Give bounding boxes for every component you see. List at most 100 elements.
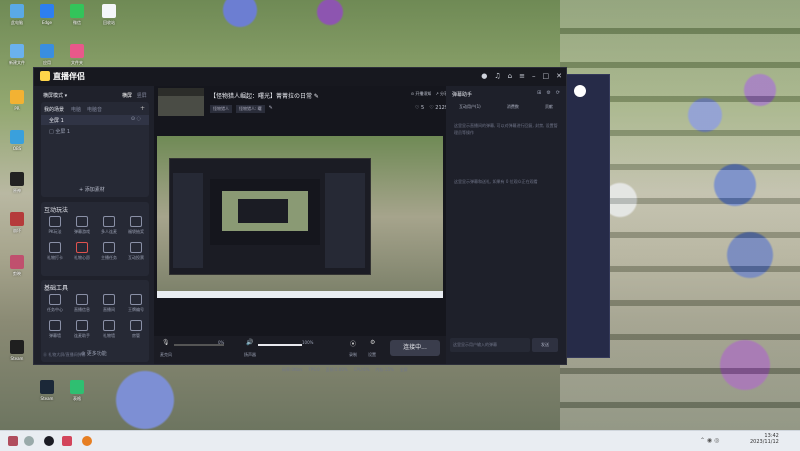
preview-nested-window bbox=[169, 158, 371, 275]
add-scene-icon[interactable]: + bbox=[140, 105, 145, 112]
settings-icon[interactable]: ⚙ bbox=[370, 339, 375, 346]
desktop-icon[interactable]: OBS bbox=[4, 130, 30, 151]
admin-icon bbox=[130, 320, 142, 331]
taskbar-app-icon[interactable] bbox=[62, 436, 72, 446]
obs-icon bbox=[10, 172, 24, 186]
cover-thumbnail[interactable] bbox=[158, 88, 204, 116]
tab-contribution[interactable]: 贡献 bbox=[545, 104, 553, 116]
desktop-icon[interactable]: 回收站 bbox=[96, 4, 122, 26]
speaker-slider[interactable] bbox=[258, 344, 302, 346]
tool-item[interactable]: 王牌编号 bbox=[124, 294, 148, 313]
clock[interactable]: 13:42 2023/11/12 bbox=[750, 433, 779, 445]
desktop-icon[interactable]: 微信 bbox=[64, 4, 90, 26]
desktop-icon[interactable]: Edge bbox=[34, 4, 60, 25]
app-icon bbox=[10, 44, 24, 58]
desktop-icon[interactable]: Steam bbox=[34, 380, 60, 401]
tab-users[interactable]: 互动用户(1) bbox=[459, 104, 481, 116]
desktop-icon[interactable]: 剪映 bbox=[4, 255, 30, 277]
room-tag[interactable]: 怪物猎人 bbox=[210, 105, 232, 113]
desktop-icon[interactable]: 文件夹 bbox=[64, 44, 90, 66]
mic-level: 0% bbox=[218, 340, 225, 345]
interact-item[interactable]: 弹幕游戏 bbox=[70, 216, 94, 235]
desktop-icon[interactable]: 原神 bbox=[4, 172, 30, 194]
search-icon[interactable] bbox=[24, 436, 34, 446]
record-icon[interactable]: ⦿ bbox=[350, 339, 356, 348]
gift-bag-icon bbox=[130, 216, 142, 227]
filter-icon[interactable]: ⊞ bbox=[537, 90, 541, 96]
minimize-icon[interactable]: – bbox=[532, 72, 536, 80]
interact-item[interactable]: 主播任务 bbox=[97, 242, 121, 261]
interact-item[interactable]: 礼物打卡 bbox=[43, 242, 67, 261]
lock-icon[interactable]: ⊙ ◌ bbox=[131, 116, 141, 122]
interact-item[interactable]: 多人连麦 bbox=[97, 216, 121, 235]
tools-panel: 基础工具 任务中心 直播信息 直播间 王牌编号 弹幕墙 连麦助手 礼物墙 房管 … bbox=[41, 280, 149, 362]
desktop-icon[interactable]: Steam bbox=[4, 340, 30, 361]
taskbar-app-icon[interactable] bbox=[82, 436, 92, 446]
gift-wish-icon bbox=[76, 242, 88, 253]
tab-pc-audio[interactable]: 电脑音 bbox=[87, 106, 102, 113]
desktop-icon[interactable]: 此电脑 bbox=[4, 4, 30, 26]
scene-panel: 我的场景 电脑 电脑音 + 全屏 1 ⊙ ◌ □ 全屏 1 + 添加素材 bbox=[41, 102, 149, 197]
side-window[interactable] bbox=[565, 74, 610, 358]
tray-icons[interactable]: ⌃ ◉ ◎ bbox=[700, 437, 719, 444]
tab-landscape[interactable]: 横屏 bbox=[122, 93, 132, 99]
main-area: 【怪物猎人崛起：曙光】菁菁拉の日常 ✎ 怪物猎人 怪物猎人: 曙 ✎ ⊙ 开播须… bbox=[154, 86, 448, 372]
panel-tabs: 互动用户(1) 消费数 贡献 bbox=[446, 104, 566, 116]
tool-item[interactable]: 弹幕墙 bbox=[43, 320, 67, 339]
close-icon[interactable]: ✕ bbox=[556, 72, 562, 80]
tool-item[interactable]: 礼物墙 bbox=[97, 320, 121, 339]
taskbar-app-icon[interactable] bbox=[44, 436, 54, 446]
room-tag[interactable]: 怪物猎人: 曙 bbox=[236, 105, 265, 113]
hint-text: 这里显示直播间的弹幕, 可以对弹幕进行回复, 封禁, 设置管理员等操作 bbox=[454, 123, 558, 135]
live-preview[interactable] bbox=[157, 136, 443, 298]
menu-icon[interactable]: ≡ bbox=[519, 72, 525, 80]
desktop-icon[interactable]: 崩坏 bbox=[4, 212, 30, 234]
tool-item[interactable]: 直播信息 bbox=[70, 294, 94, 313]
bird-icon bbox=[40, 44, 54, 58]
interact-item[interactable]: 福袋抽奖 bbox=[124, 216, 148, 235]
tab-portrait[interactable]: 竖屏 bbox=[137, 93, 147, 99]
tool-item[interactable]: 房管 bbox=[124, 320, 148, 339]
mode-selector[interactable]: 横屏模式 ▾ bbox=[43, 92, 67, 99]
add-source-button[interactable]: + 添加素材 bbox=[79, 186, 105, 193]
avatar[interactable]: ● bbox=[481, 72, 487, 80]
tag-list: 怪物猎人 怪物猎人: 曙 ✎ bbox=[210, 105, 273, 113]
mic-icon[interactable]: 🎙 bbox=[162, 339, 170, 346]
headset-icon[interactable]: ♫ bbox=[494, 72, 500, 80]
wechat-icon bbox=[70, 4, 84, 18]
like-count: ♡ 5 bbox=[414, 105, 425, 111]
send-button[interactable]: 发送 bbox=[532, 338, 558, 352]
tool-item[interactable]: 直播间 bbox=[97, 294, 121, 313]
mic-slider[interactable] bbox=[174, 344, 224, 346]
tab-my-scene[interactable]: 我的场景 bbox=[44, 106, 64, 113]
maximize-icon[interactable]: □ bbox=[543, 72, 550, 80]
desktop-icon[interactable]: 应用 bbox=[34, 44, 60, 66]
tool-item[interactable]: 任务中心 bbox=[43, 294, 67, 313]
tab-spending[interactable]: 消费数 bbox=[507, 104, 519, 116]
danmaku-input[interactable]: 这里显示用户输入的弹幕 bbox=[450, 338, 530, 352]
start-live-button[interactable]: 连接中... bbox=[390, 340, 440, 356]
interact-item[interactable]: 礼物心愿 bbox=[70, 242, 94, 261]
interact-item[interactable]: 互动投票 bbox=[124, 242, 148, 261]
folder-icon bbox=[10, 90, 24, 104]
notice-button[interactable]: ⊙ 开播须知 bbox=[411, 91, 432, 97]
speaker-icon[interactable]: 🔊 bbox=[246, 339, 253, 346]
logo-icon bbox=[40, 71, 50, 81]
desktop-icon[interactable]: PR bbox=[4, 90, 30, 111]
interact-item[interactable]: PK玩法 bbox=[43, 216, 67, 235]
start-icon[interactable] bbox=[8, 436, 18, 446]
room-title[interactable]: 【怪物猎人崛起：曙光】菁菁拉の日常 ✎ bbox=[210, 91, 319, 100]
room-stats: ♡ 5 ♡ 2129 bbox=[415, 105, 448, 111]
desktop-icon[interactable]: 新建文件 bbox=[4, 44, 30, 66]
settings-icon[interactable]: ⚙ bbox=[546, 90, 550, 96]
shirt-icon[interactable]: ⌂ bbox=[508, 72, 512, 80]
window-controls: ● ♫ ⌂ ≡ – □ ✕ bbox=[481, 72, 562, 80]
desktop-icon[interactable]: 表格 bbox=[64, 380, 90, 402]
scene-item[interactable]: □ 全屏 1 bbox=[41, 128, 149, 138]
edit-icon[interactable]: ✎ bbox=[269, 105, 273, 113]
tool-item[interactable]: 连麦助手 bbox=[70, 320, 94, 339]
scene-item[interactable]: 全屏 1 ⊙ ◌ bbox=[41, 115, 149, 125]
refresh-icon[interactable]: ⟳ bbox=[556, 90, 560, 96]
link-helper-icon bbox=[76, 320, 88, 331]
tab-pc[interactable]: 电脑 bbox=[71, 106, 81, 113]
